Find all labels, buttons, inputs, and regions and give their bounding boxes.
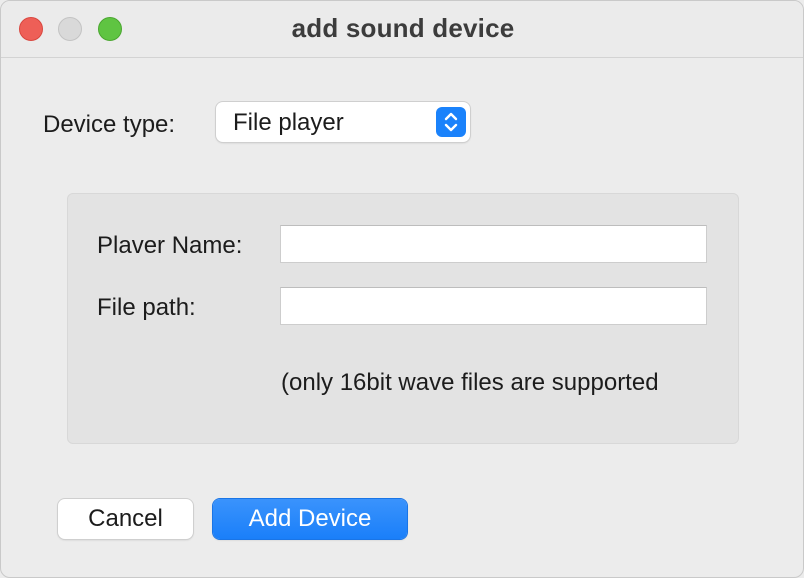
title-bar: add sound device [1,1,803,58]
device-type-selected-value: File player [233,109,344,136]
supported-format-hint: (only 16bit wave files are supported [281,369,659,396]
device-type-select[interactable]: File player [216,102,470,142]
file-path-label: File path: [97,294,196,321]
file-path-input[interactable] [280,287,707,325]
add-device-button[interactable]: Add Device [213,499,407,539]
cancel-button[interactable]: Cancel [58,499,193,539]
add-sound-device-window: add sound device Device type: File playe… [0,0,804,578]
window-title: add sound device [291,13,515,43]
player-name-label: Plaver Name: [97,232,243,259]
player-name-input[interactable] [280,225,707,263]
chevron-up-down-icon [436,107,466,137]
device-type-label: Device type: [43,111,176,138]
